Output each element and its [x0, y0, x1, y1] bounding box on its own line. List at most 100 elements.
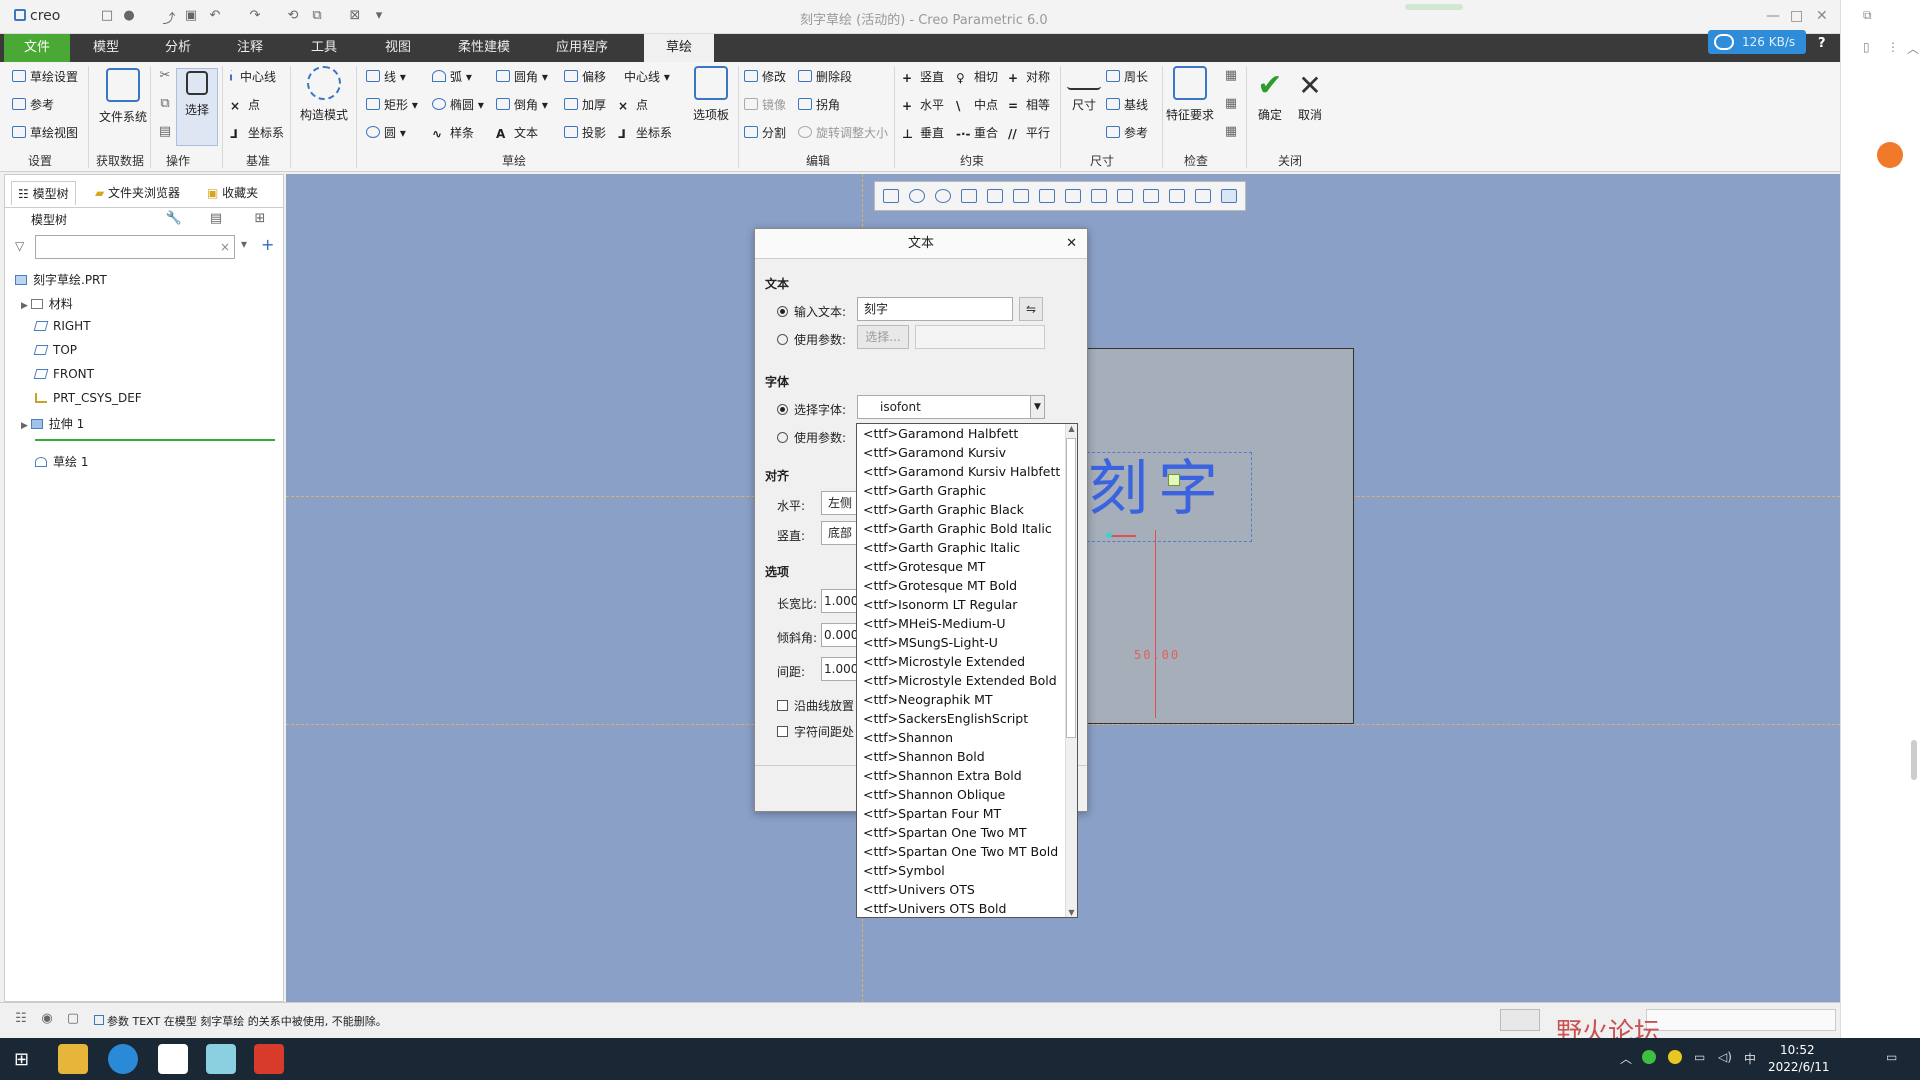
rectangle-button[interactable]: 矩形 ▾ — [366, 96, 418, 113]
font-option[interactable]: <ttf>Univers OTS — [863, 882, 975, 897]
new-file-icon[interactable]: □ — [98, 8, 116, 26]
tab-sketch[interactable]: 草绘 — [644, 34, 714, 62]
csys-datum-button[interactable]: ⅃ 坐标系 — [230, 124, 284, 141]
redo-icon[interactable]: ↷ — [246, 8, 264, 26]
datum-display-icon[interactable] — [1117, 189, 1133, 203]
circle-button[interactable]: 圆 ▾ — [366, 124, 406, 141]
browser-icon[interactable] — [108, 1044, 138, 1074]
font-option[interactable]: <ttf>Spartan Four MT — [863, 806, 1001, 821]
search-dropdown-icon[interactable]: ▾ — [241, 237, 247, 251]
help-icon[interactable]: ? — [1818, 36, 1826, 51]
spin-center-icon[interactable] — [1169, 189, 1185, 203]
corner-button[interactable]: 拐角 — [798, 96, 840, 113]
saved-orientations-icon[interactable] — [1013, 189, 1029, 203]
baseline-button[interactable]: 基线 — [1106, 96, 1148, 113]
tree-item-csys[interactable]: PRT_CSYS_DEF — [35, 391, 142, 405]
centerline-button[interactable]: 中心线 ▾ — [624, 68, 670, 85]
sketch-text[interactable]: 刻字 — [1088, 440, 1228, 527]
text-symbol-button[interactable]: ⇋ — [1019, 297, 1043, 321]
tab-analysis[interactable]: 分析 — [150, 34, 206, 62]
references-button[interactable]: 参考 — [12, 96, 54, 113]
use-parameter-radio[interactable]: 使用参数: — [777, 331, 846, 348]
minimize-icon[interactable]: — — [1766, 8, 1780, 24]
font-option[interactable]: <ttf>Garamond Halbfett — [863, 426, 1018, 441]
mirror-button[interactable]: 镜像 — [744, 96, 786, 113]
panel-icon[interactable]: ▯ — [1863, 40, 1870, 54]
project-button[interactable]: 投影 — [564, 124, 606, 141]
file-system-button[interactable]: 文件系统 — [94, 68, 152, 125]
spacing-input[interactable]: 1.000 — [821, 657, 861, 681]
tab-view[interactable]: 视图 — [370, 34, 426, 62]
delete-segment-button[interactable]: 删除段 — [798, 68, 852, 85]
tree-item-sketch[interactable]: 草绘 1 — [35, 453, 88, 470]
repaint-icon[interactable] — [961, 189, 977, 203]
parallel-constraint-button[interactable]: //平行 — [1008, 124, 1050, 141]
equal-constraint-button[interactable]: = 相等 — [1008, 96, 1050, 113]
file-explorer-icon[interactable] — [58, 1044, 88, 1074]
csys-button[interactable]: ⅃ 坐标系 — [618, 124, 672, 141]
constraint-display-icon[interactable] — [1221, 189, 1237, 203]
wps-icon[interactable] — [254, 1044, 284, 1074]
spline-button[interactable]: ∿ 样条 — [432, 124, 474, 141]
rotate-resize-button[interactable]: 旋转调整大小 — [798, 124, 888, 141]
scroll-up-icon[interactable]: ▲ — [1066, 424, 1077, 433]
point-button[interactable]: × 点 — [618, 96, 648, 113]
font-option[interactable]: <ttf>Neographik MT — [863, 692, 993, 707]
tab-model[interactable]: 模型 — [78, 34, 134, 62]
display-style-icon[interactable] — [987, 189, 1003, 203]
font-option[interactable]: <ttf>Shannon Oblique — [863, 787, 1005, 802]
font-option[interactable]: <ttf>Garth Graphic Italic — [863, 540, 1020, 555]
tangent-constraint-button[interactable]: ♀ 相切 — [956, 68, 998, 85]
more-icon[interactable]: ⋮ — [1887, 40, 1899, 54]
navigator-toggle-icon[interactable]: ☷ — [12, 1011, 30, 1029]
slant-input[interactable]: 0.000 — [821, 623, 861, 647]
scroll-down-icon[interactable]: ▼ — [1066, 908, 1077, 917]
tree-item-material[interactable]: ▶ 材料 — [21, 295, 73, 312]
regen-icon[interactable]: ⟲ — [284, 8, 302, 26]
group-inspect[interactable]: 检查 — [1184, 152, 1208, 169]
tree-item-top[interactable]: TOP — [33, 343, 77, 357]
tree-item-right[interactable]: RIGHT — [33, 319, 91, 333]
font-option[interactable]: <ttf>Garth Graphic Bold Italic — [863, 521, 1052, 536]
perspective-icon[interactable] — [1065, 189, 1081, 203]
add-icon[interactable]: + — [261, 235, 274, 254]
font-option[interactable]: <ttf>Isonorm LT Regular — [863, 597, 1017, 612]
tray-app-icon[interactable] — [1668, 1050, 1682, 1064]
font-option[interactable]: <ttf>Shannon Extra Bold — [863, 768, 1022, 783]
offset-button[interactable]: 偏移 — [564, 68, 606, 85]
char-spacing-checkbox[interactable]: 字符间距处 — [777, 723, 854, 740]
annotation-display-icon[interactable] — [1143, 189, 1159, 203]
tree-filter-icon[interactable]: ⊞ — [251, 211, 269, 229]
chamfer-button[interactable]: 倒角 ▾ — [496, 96, 548, 113]
wechat-icon[interactable] — [1642, 1050, 1656, 1064]
netdisk-icon[interactable] — [158, 1044, 188, 1074]
tab-model-tree[interactable]: ☷ 模型树 — [11, 181, 76, 205]
tree-item-front[interactable]: FRONT — [33, 367, 94, 381]
divide-button[interactable]: 分割 — [744, 124, 786, 141]
feature-requirements-button[interactable]: 特征要求 — [1164, 66, 1216, 123]
copy-icon[interactable]: ⧉ — [156, 96, 174, 114]
tab-annotate[interactable]: 注释 — [222, 34, 278, 62]
undo-icon[interactable]: ↶ — [206, 8, 224, 26]
sketcher-display-icon[interactable] — [1195, 189, 1211, 203]
font-option[interactable]: <ttf>Shannon — [863, 730, 953, 745]
ok-button[interactable]: ✔ 确定 — [1252, 66, 1288, 123]
tab-folder-browser[interactable]: ▰ 文件夹浏览器 — [89, 181, 186, 204]
symmetric-constraint-button[interactable]: + 对称 — [1008, 68, 1050, 85]
group-constrain[interactable]: 约束 — [960, 152, 984, 169]
centerline-datum-button[interactable]: 中心线 — [230, 68, 276, 85]
font-option[interactable]: <ttf>Garth Graphic — [863, 483, 986, 498]
vertical-select[interactable]: 底部 — [821, 521, 861, 545]
side-scrollbar[interactable] — [1911, 740, 1917, 780]
dimension-button[interactable]: 尺寸 — [1064, 66, 1104, 113]
paste-icon[interactable]: ▤ — [156, 124, 174, 142]
sketch-view-button[interactable]: 草绘视图 — [12, 124, 78, 141]
network-icon[interactable]: ▭ — [1694, 1050, 1705, 1064]
thicken-button[interactable]: 加厚 — [564, 96, 606, 113]
group-setup[interactable]: 设置 — [28, 152, 52, 169]
modify-button[interactable]: 修改 — [744, 68, 786, 85]
along-curve-checkbox[interactable]: 沿曲线放置 — [777, 697, 854, 714]
zoom-in-icon[interactable] — [909, 189, 925, 203]
filter-select[interactable] — [1646, 1009, 1836, 1031]
perimeter-button[interactable]: 周长 — [1106, 68, 1148, 85]
